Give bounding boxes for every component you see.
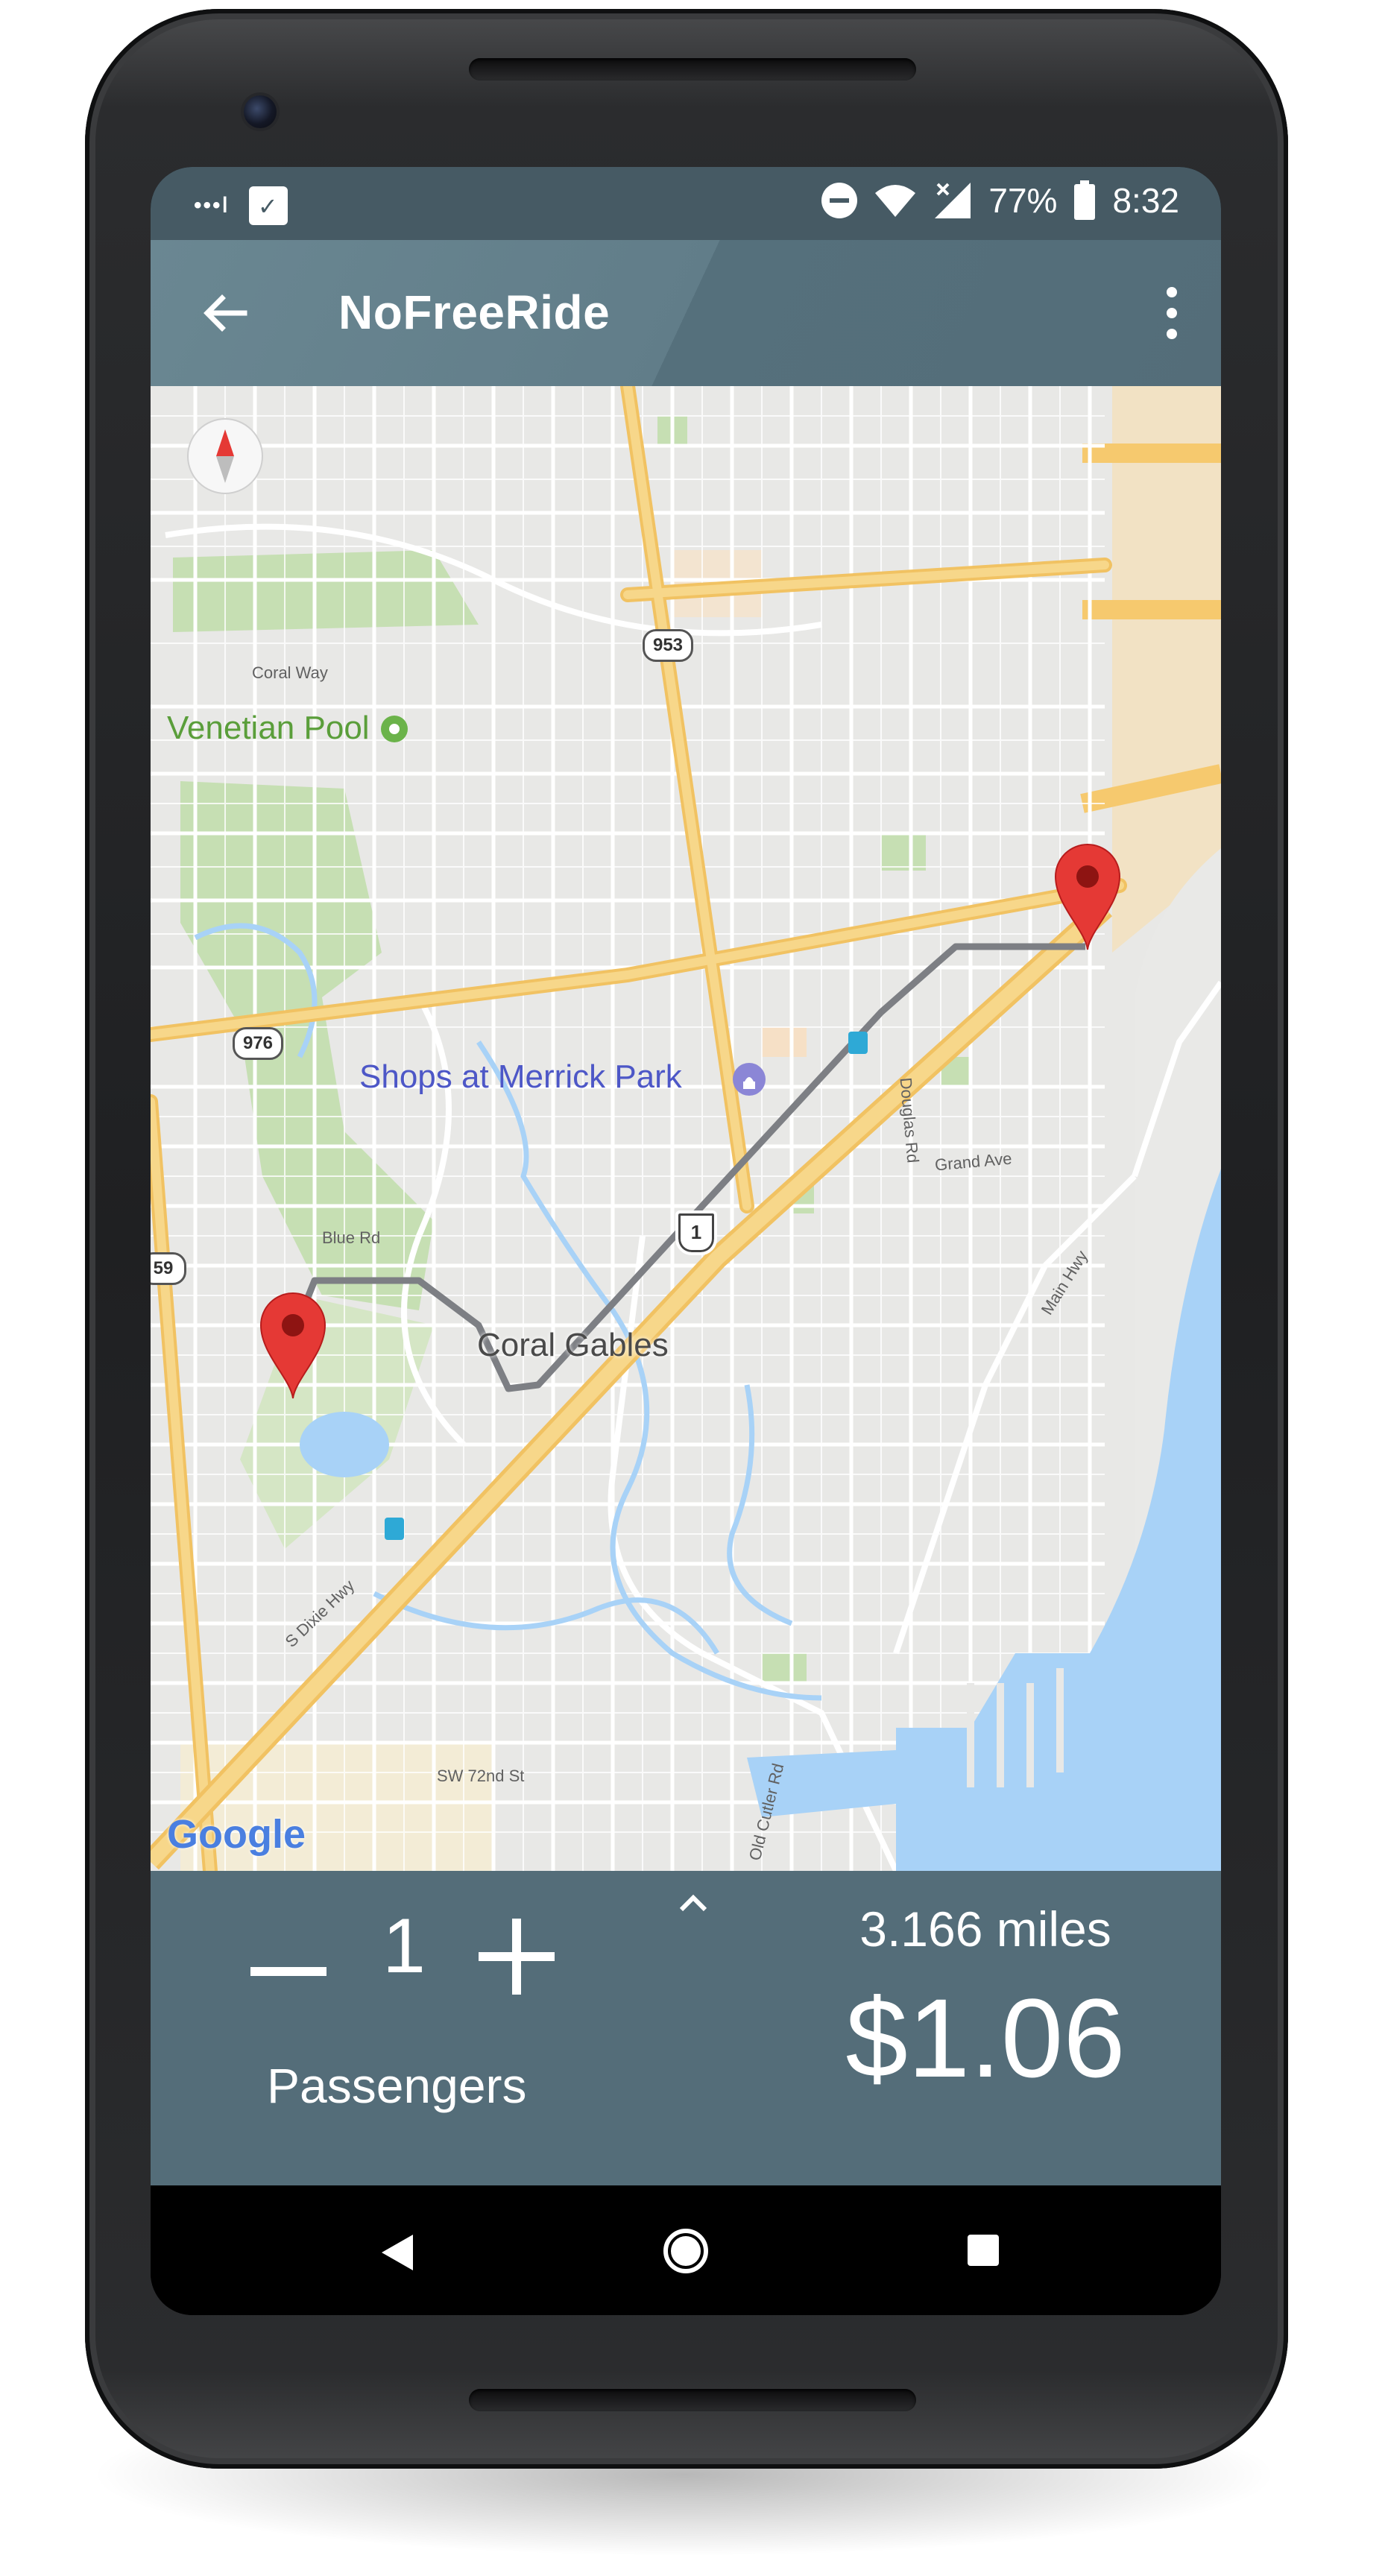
wifi-icon — [875, 185, 916, 217]
nav-back-icon[interactable] — [380, 2233, 414, 2272]
origin-marker-icon[interactable] — [258, 1291, 328, 1400]
phone-screen: •••ǀ 77% 8:32 NoFreeRide — [151, 167, 1221, 2315]
google-logo: Google — [167, 1812, 306, 1857]
app-title: NoFreeRide — [338, 285, 611, 339]
route-shield-us1: 1 — [675, 1210, 717, 1255]
fare-amount: $1.06 — [845, 1975, 1126, 2100]
route-shield-976: 976 — [233, 1027, 283, 1060]
cell-signal-icon — [935, 183, 971, 218]
place-label-venetian-pool[interactable]: Venetian Pool — [167, 710, 370, 747]
route-shield-59: 59 — [151, 1252, 186, 1285]
route-shield-953: 953 — [643, 629, 693, 662]
nav-recents-icon[interactable] — [968, 2235, 999, 2266]
status-time: 8:32 — [1112, 181, 1179, 220]
compass-icon[interactable] — [185, 416, 265, 496]
battery-icon — [1074, 180, 1096, 220]
checkbox-icon — [248, 186, 288, 225]
minus-icon[interactable] — [247, 1931, 329, 2012]
battery-percent: 77% — [988, 181, 1058, 220]
passengers-label: Passengers — [267, 2058, 527, 2113]
city-label: Coral Gables — [477, 1327, 669, 1363]
place-label-merrick-park[interactable]: Shops at Merrick Park — [359, 1058, 682, 1096]
destination-marker-icon[interactable] — [1053, 842, 1123, 951]
fare-panel: 1 Passengers 3.166 miles $1.06 — [151, 1871, 1221, 2185]
arrow-back-icon[interactable] — [198, 286, 252, 340]
street-label-sw72: SW 72nd St — [437, 1767, 525, 1785]
status-bar: •••ǀ 77% 8:32 — [151, 167, 1221, 240]
plus-icon[interactable] — [476, 1916, 558, 1998]
signal-dots-icon: •••ǀ — [194, 193, 230, 218]
more-vert-icon[interactable] — [1157, 285, 1187, 341]
top-speaker — [469, 58, 916, 80]
chevron-up-icon[interactable] — [663, 1880, 723, 1925]
nav-home-icon[interactable] — [662, 2227, 710, 2275]
bottom-speaker — [469, 2389, 916, 2411]
distance-text: 3.166 miles — [859, 1901, 1111, 1957]
system-nav-bar — [151, 2185, 1221, 2315]
passenger-count: 1 — [382, 1903, 426, 1989]
front-camera — [244, 95, 277, 128]
map-view[interactable]: Coral Way Venetian Pool Shops at Merrick… — [151, 386, 1221, 1871]
street-label-coral-way: Coral Way — [252, 663, 328, 682]
app-bar: NoFreeRide — [151, 240, 1221, 386]
street-label-blue-rd: Blue Rd — [322, 1228, 381, 1247]
do-not-disturb-icon — [821, 183, 858, 218]
